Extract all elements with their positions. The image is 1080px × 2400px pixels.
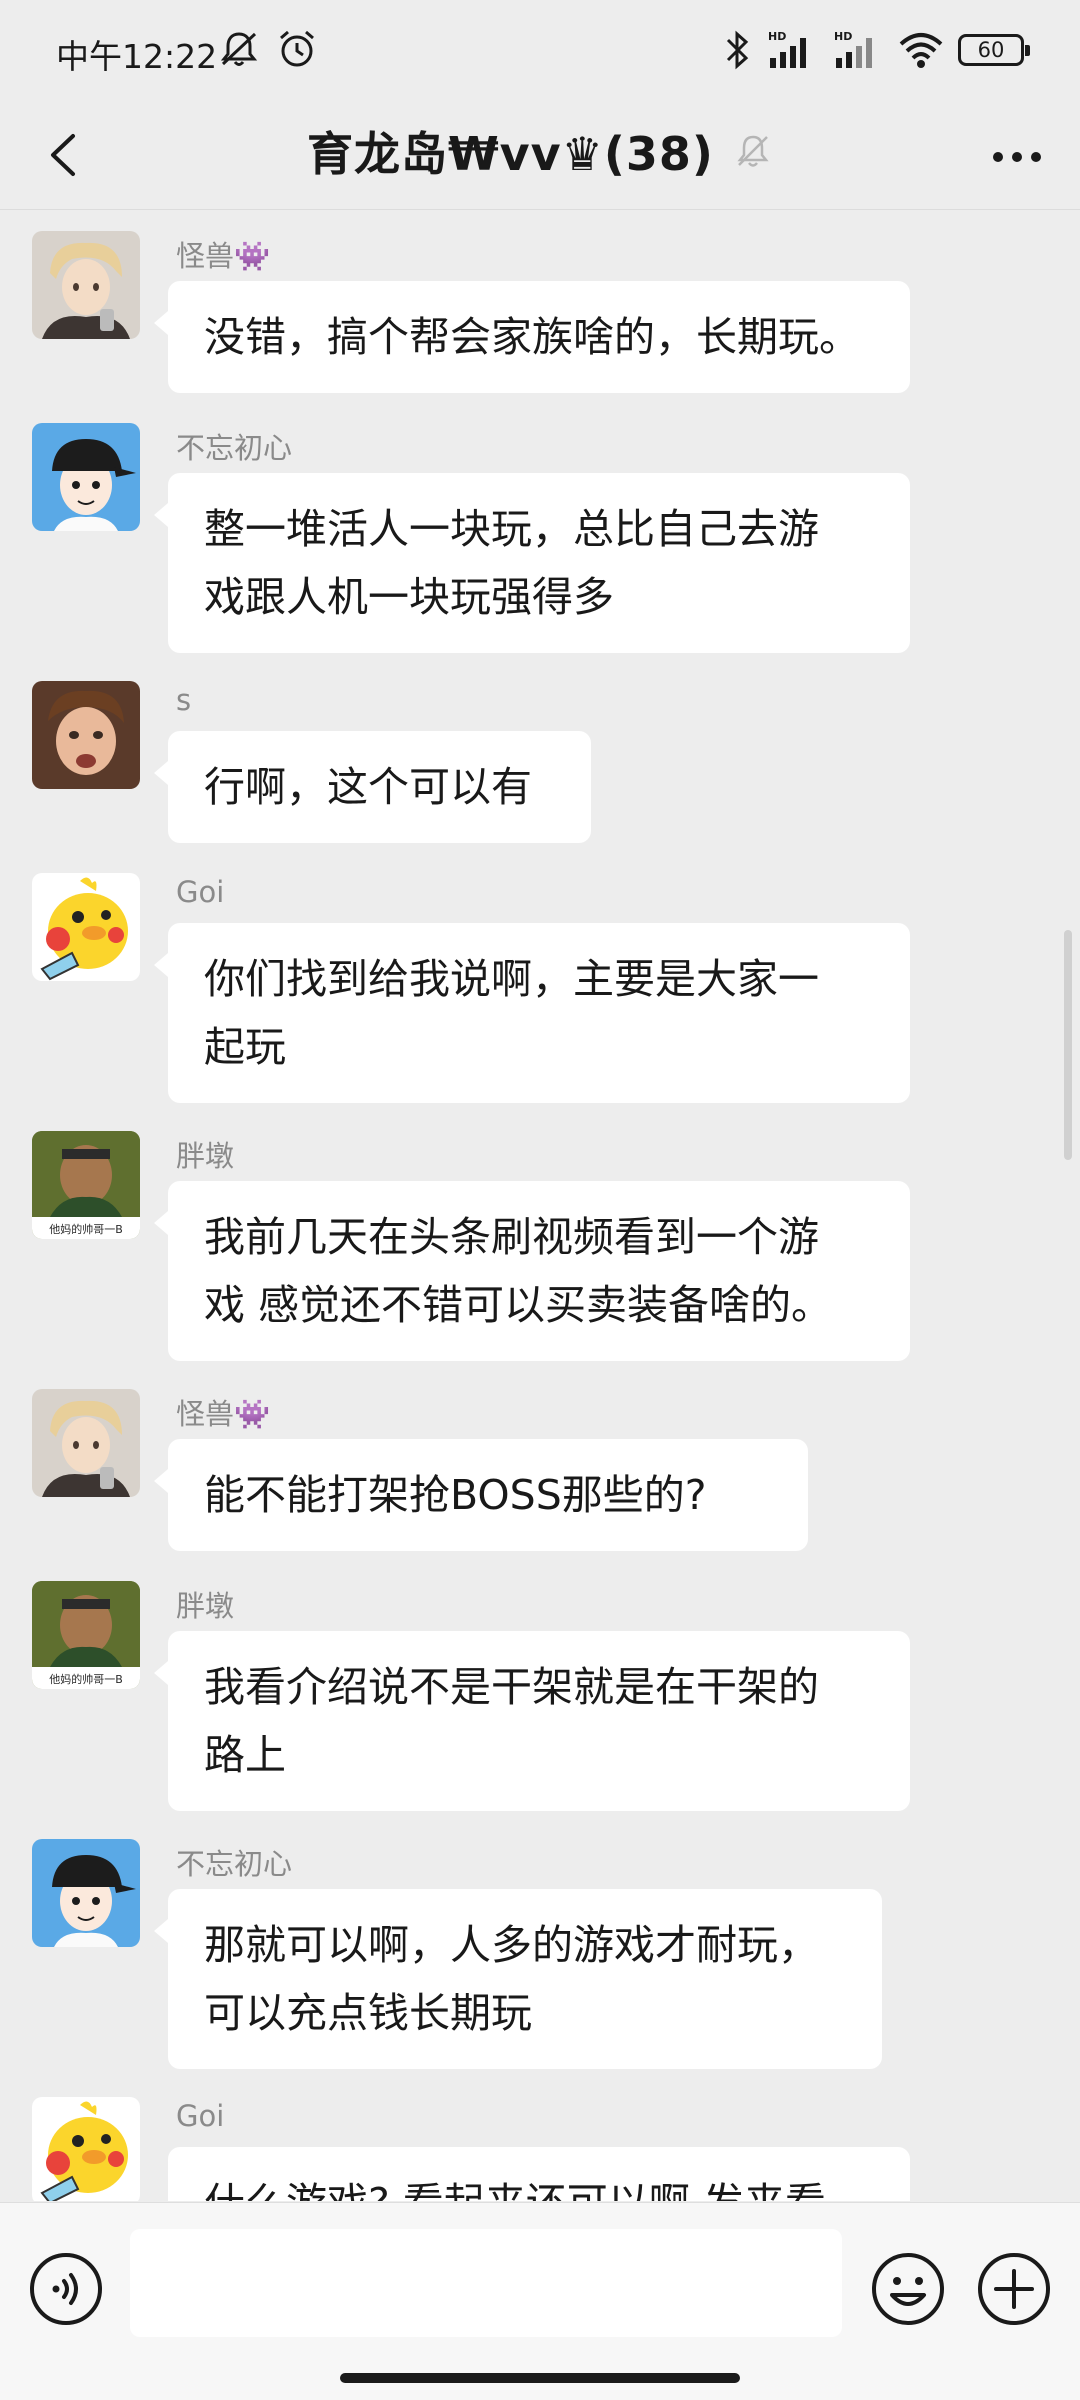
chat-title: 育龙岛₩vv♛(38) bbox=[306, 127, 714, 181]
message-bubble[interactable]: 什么游戏? 看起来还可以啊 发来看 bbox=[168, 2147, 910, 2201]
blonde-boy-avatar[interactable] bbox=[32, 231, 140, 339]
battery-icon: 60 bbox=[958, 34, 1030, 66]
sender-name: Goi bbox=[176, 875, 225, 909]
voice-icon bbox=[30, 2253, 102, 2325]
svg-text:HD: HD bbox=[768, 30, 786, 43]
sender-name: 不忘初心 bbox=[176, 1847, 293, 1881]
message-bubble[interactable]: 行啊，这个可以有 bbox=[154, 731, 591, 843]
message-bubble[interactable]: 那就可以啊，人多的游戏才耐玩， 可以充点钱长期玩 bbox=[154, 1889, 882, 2069]
message-bubble[interactable]: 能不能打架抢BOSS那些的? bbox=[154, 1439, 808, 1551]
kid-face-avatar[interactable] bbox=[32, 681, 140, 789]
message-bubble[interactable]: 没错，搞个帮会家族啥的，长期玩。 bbox=[154, 281, 910, 393]
battery-level: 60 bbox=[977, 38, 1005, 62]
message-bubble[interactable]: 整一堆活人一块玩，总比自己去游 戏跟人机一块玩强得多 bbox=[154, 473, 910, 653]
mute-notification-icon bbox=[220, 32, 258, 66]
home-indicator[interactable] bbox=[340, 2373, 740, 2383]
sender-name: Goi bbox=[176, 2099, 225, 2133]
bluetooth-icon bbox=[726, 30, 749, 70]
avatar-caption: 他妈的帅哥一B bbox=[49, 1672, 123, 1686]
cap-boy-avatar[interactable] bbox=[32, 423, 140, 531]
more-dots-icon bbox=[993, 152, 1041, 162]
sender-name: s bbox=[176, 683, 192, 717]
alarm-icon bbox=[280, 30, 314, 67]
message-list[interactable]: 怪兽👾 没错，搞个帮会家族啥的，长期玩。 不忘初心 整一堆活人一块玩，总比自己去… bbox=[0, 211, 1080, 2201]
emoji-icon bbox=[872, 2253, 944, 2325]
sender-name: 怪兽👾 bbox=[176, 239, 271, 273]
chat-scrollbar[interactable] bbox=[1064, 930, 1072, 1160]
message-bubble[interactable]: 我前几天在头条刷视频看到一个游 戏 感觉还不错可以买卖装备啥的。 bbox=[154, 1181, 910, 1361]
svg-text:HD: HD bbox=[834, 30, 852, 43]
sender-name: 胖墩 bbox=[176, 1589, 235, 1623]
plus-icon bbox=[978, 2253, 1050, 2325]
voice-button[interactable] bbox=[28, 2251, 104, 2327]
message-input[interactable] bbox=[130, 2229, 842, 2337]
muted-bell-icon bbox=[737, 135, 769, 167]
signal-hd-icon: HD bbox=[768, 30, 806, 68]
avatar-caption: 他妈的帅哥一B bbox=[49, 1222, 123, 1236]
chat-screen: 中午12:22 HD HD 60 育龙岛₩vv♛(38) 怪兽👾 没错，搞个帮会… bbox=[0, 0, 1080, 2400]
message-bubble[interactable]: 你们找到给我说啊，主要是大家一 起玩 bbox=[154, 923, 910, 1103]
meme-man-avatar[interactable]: 他妈的帅哥一B bbox=[32, 1581, 140, 1689]
chat-title-wrap: 育龙岛₩vv♛(38) bbox=[0, 118, 1080, 184]
signal-hd-2-icon: HD bbox=[834, 30, 872, 68]
message-bubble[interactable]: 我看介绍说不是干架就是在干架的 路上 bbox=[154, 1631, 910, 1811]
input-bar bbox=[0, 2202, 1080, 2400]
sender-name: 胖墩 bbox=[176, 1139, 235, 1173]
status-bar: 中午12:22 HD HD 60 bbox=[0, 0, 1080, 100]
wifi-icon bbox=[899, 33, 943, 68]
cap-boy-avatar[interactable] bbox=[32, 1839, 140, 1947]
sender-name: 不忘初心 bbox=[176, 431, 293, 465]
chat-header: 育龙岛₩vv♛(38) bbox=[0, 100, 1080, 210]
blonde-boy-avatar[interactable] bbox=[32, 1389, 140, 1497]
sender-name: 怪兽👾 bbox=[176, 1397, 271, 1431]
meme-man-avatar[interactable]: 他妈的帅哥一B bbox=[32, 1131, 140, 1239]
status-indicators: HD HD 60 bbox=[722, 28, 1030, 72]
more-functions-button[interactable] bbox=[976, 2251, 1052, 2327]
status-time: 中午12:22 bbox=[56, 37, 218, 76]
yellow-duck-avatar[interactable] bbox=[32, 873, 140, 981]
more-options-button[interactable] bbox=[984, 124, 1050, 190]
yellow-duck-avatar[interactable] bbox=[32, 2097, 140, 2201]
emoji-button[interactable] bbox=[870, 2251, 946, 2327]
